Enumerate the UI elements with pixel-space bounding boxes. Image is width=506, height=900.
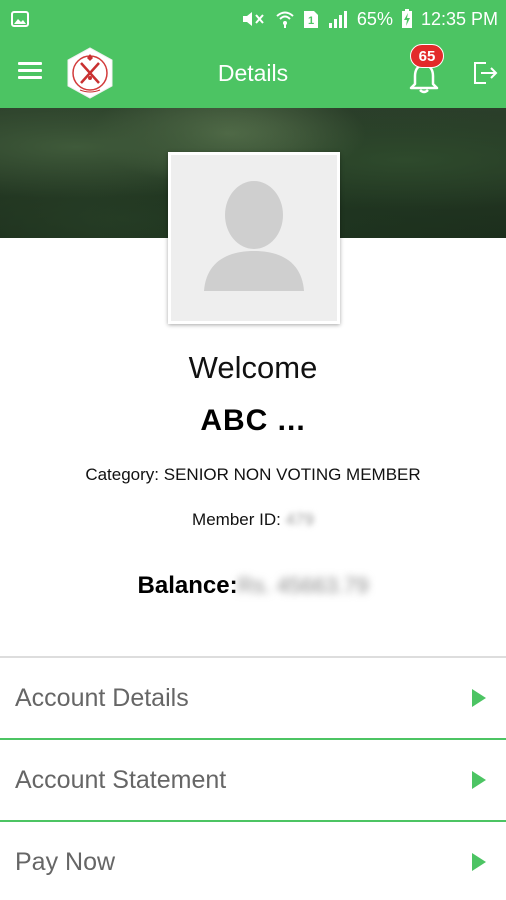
play-arrow-icon: [472, 689, 486, 707]
list-item-label: Account Statement: [15, 765, 227, 794]
category-value: SENIOR NON VOTING MEMBER: [163, 465, 421, 484]
list-item-label: Pay Now: [15, 847, 116, 876]
menu-bar-line: [18, 62, 42, 65]
balance-label: Balance:: [137, 572, 238, 599]
signal-icon: [327, 9, 349, 29]
clock: 12:35 PM: [420, 8, 498, 29]
list-item-label: Account Details: [15, 683, 189, 712]
avatar: [168, 152, 340, 324]
member-id: Member ID: 479: [0, 510, 506, 530]
battery-percent: 65%: [356, 8, 393, 29]
member-category: Category: SENIOR NON VOTING MEMBER: [0, 465, 506, 485]
menu-list: Account Details Account Statement Pay No…: [0, 656, 506, 900]
menu-button[interactable]: [18, 58, 48, 88]
mute-icon: [241, 9, 267, 29]
account-details-item[interactable]: Account Details: [0, 658, 506, 740]
status-bar: 1 65% 12:35 PM: [0, 0, 506, 38]
member-id-label: Member ID:: [192, 510, 281, 529]
play-arrow-icon: [472, 853, 486, 871]
menu-bar-line: [18, 69, 42, 72]
pay-now-item[interactable]: Pay Now: [0, 822, 506, 900]
sim-icon: 1: [303, 9, 319, 29]
balance: Balance:Rs. 45663.79: [0, 572, 506, 600]
member-name: ABC ...: [200, 404, 306, 437]
app-bar: Details 65: [0, 38, 506, 108]
menu-bar-line: [18, 76, 42, 79]
logout-icon: [474, 62, 498, 84]
balance-value: Rs. 45663.79: [237, 573, 369, 598]
play-arrow-icon: [472, 771, 486, 789]
gallery-notification-icon: [10, 9, 30, 29]
notification-badge: 65: [410, 44, 444, 68]
logout-button[interactable]: [470, 58, 500, 88]
category-label: Category:: [85, 465, 160, 484]
club-logo: [64, 46, 116, 100]
wifi-icon: [275, 9, 295, 29]
welcome-text: Welcome: [188, 350, 318, 385]
member-id-value: 479: [285, 510, 314, 529]
sim-number: 1: [308, 15, 314, 27]
account-statement-item[interactable]: Account Statement: [0, 740, 506, 822]
person-placeholder-icon: [171, 155, 337, 321]
battery-charging-icon: [401, 9, 413, 29]
